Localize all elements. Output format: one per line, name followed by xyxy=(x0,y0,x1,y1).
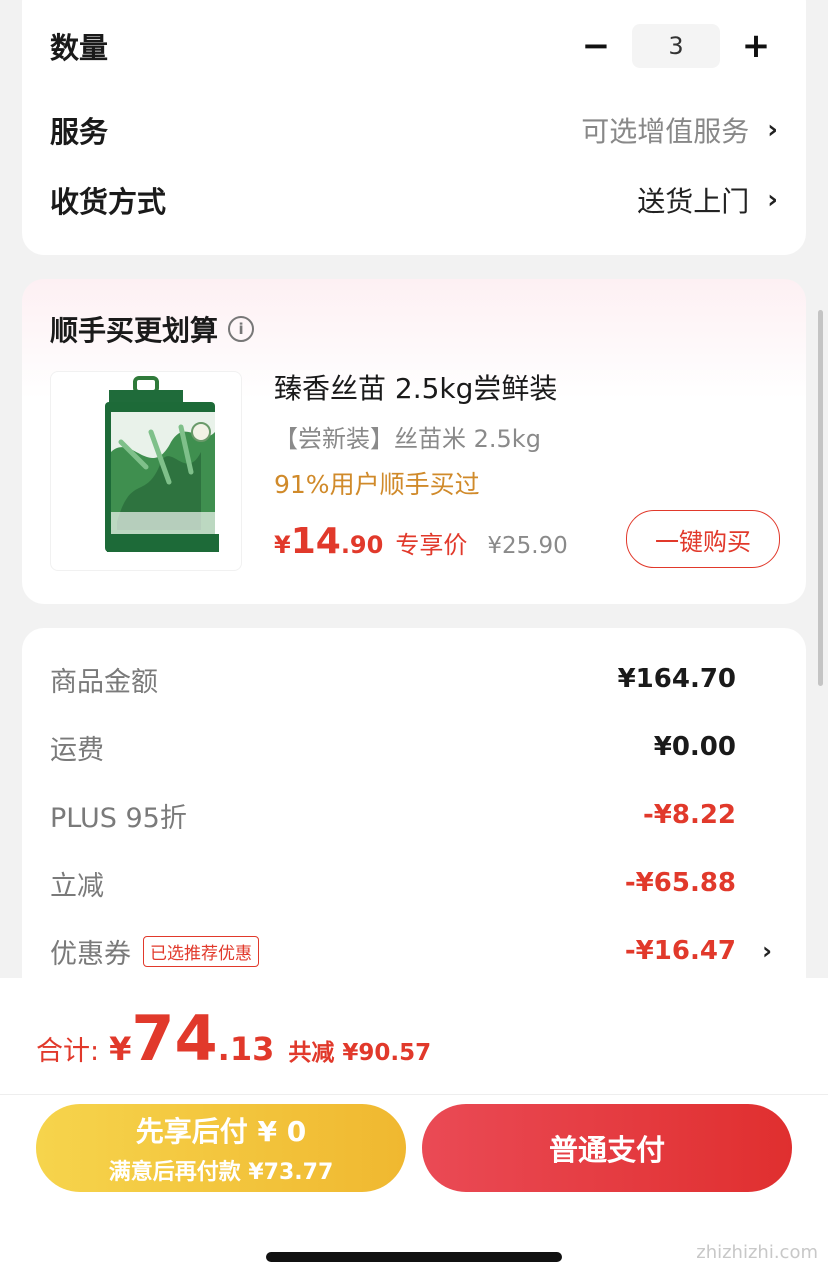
quantity-row: 数量 − 3 + xyxy=(50,16,778,76)
price-integer: 14 xyxy=(290,521,341,562)
coupon-label-text: 优惠券 xyxy=(50,938,131,970)
original-price: ¥25.90 xyxy=(487,533,568,559)
order-options-card: 数量 − 3 + 服务 可选增值服务 › 收货方式 送货上门 › xyxy=(22,0,806,255)
delivery-row[interactable]: 收货方式 送货上门 › xyxy=(50,170,778,230)
quantity-label: 数量 xyxy=(50,31,109,65)
watermark: zhizhizhi.com xyxy=(696,1242,818,1263)
price-tag: 专享价 xyxy=(395,531,468,559)
total-decimal: .13 xyxy=(217,1030,275,1068)
divider xyxy=(0,1094,828,1095)
summary-value: -¥8.22 xyxy=(642,800,736,830)
summary-label: 商品金额 xyxy=(50,666,158,698)
minus-button[interactable]: − xyxy=(574,26,618,66)
summary-value: ¥164.70 xyxy=(617,664,736,694)
total-saved: 共减 ¥90.57 xyxy=(288,1040,432,1066)
total-amount: 合计: ¥ 74 .13 共减 ¥90.57 xyxy=(36,1002,431,1075)
summary-label: PLUS 95折 xyxy=(50,802,187,834)
pay-later-button[interactable]: 先享后付 ¥ 0 满意后再付款 ¥73.77 xyxy=(36,1104,406,1192)
summary-value: ¥0.00 xyxy=(653,732,736,762)
addon-title-text: 顺手买更划算 xyxy=(50,314,219,347)
pay-later-main: 先享后付 ¥ 0 xyxy=(135,1115,307,1148)
product-name[interactable]: 臻香丝苗 2.5kg尝鲜装 xyxy=(274,367,557,407)
total-currency: ¥ xyxy=(109,1030,132,1068)
summary-label: 运费 xyxy=(50,734,104,766)
delivery-value: 送货上门 xyxy=(637,185,750,218)
quantity-stepper: − 3 + xyxy=(574,24,778,68)
total-integer: 74 xyxy=(131,1002,218,1075)
quantity-input[interactable]: 3 xyxy=(632,24,720,68)
coupon-badge: 已选推荐优惠 xyxy=(143,935,259,967)
coupon-value: -¥16.47 xyxy=(624,936,736,966)
normal-pay-button[interactable]: 普通支付 xyxy=(422,1104,792,1192)
chevron-right-icon: › xyxy=(762,937,772,965)
info-icon[interactable]: i xyxy=(228,316,255,342)
pay-later-sub: 满意后再付款 ¥73.77 xyxy=(108,1160,334,1185)
total-label: 合计: xyxy=(36,1036,100,1067)
price-currency: ¥ xyxy=(274,531,291,559)
rice-bag-image xyxy=(105,376,219,552)
summary-value: -¥65.88 xyxy=(624,868,736,898)
coupon-label: 优惠券 已选推荐优惠 xyxy=(50,932,259,971)
summary-label: 立减 xyxy=(50,870,104,902)
coupon-row[interactable]: 优惠券 已选推荐优惠 -¥16.47 › xyxy=(50,926,772,976)
one-click-buy-button[interactable]: 一键购买 xyxy=(626,510,780,568)
summary-row: PLUS 95折 -¥8.22 xyxy=(50,790,736,840)
summary-row: 商品金额 ¥164.70 xyxy=(50,654,736,704)
plus-button[interactable]: + xyxy=(734,26,778,66)
service-value: 可选增值服务 xyxy=(581,115,750,148)
chevron-right-icon: › xyxy=(767,115,778,145)
addon-title: 顺手买更划算 i xyxy=(50,309,255,349)
product-image[interactable] xyxy=(50,371,242,571)
chevron-right-icon: › xyxy=(767,185,778,215)
delivery-label: 收货方式 xyxy=(50,185,167,219)
service-label: 服务 xyxy=(50,115,109,149)
price-summary-card: 商品金额 ¥164.70 运费 ¥0.00 PLUS 95折 -¥8.22 立减… xyxy=(22,628,806,1028)
product-price: ¥ 14 .90 专享价 ¥25.90 xyxy=(274,521,568,562)
checkout-footer: 合计: ¥ 74 .13 共减 ¥90.57 先享后付 ¥ 0 满意后再付款 ¥… xyxy=(0,978,828,1282)
summary-row: 运费 ¥0.00 xyxy=(50,722,736,772)
scrollbar[interactable] xyxy=(818,310,823,686)
price-decimal: .90 xyxy=(340,531,384,559)
product-subtitle: 【尝新装】丝苗米 2.5kg xyxy=(274,425,541,453)
product-popularity: 91%用户顺手买过 xyxy=(274,470,480,499)
addon-card: 顺手买更划算 i 臻香丝苗 2.5kg尝鲜装 【尝新装】丝苗米 2.5kg 91… xyxy=(22,279,806,604)
home-indicator[interactable] xyxy=(266,1252,562,1262)
service-row[interactable]: 服务 可选增值服务 › xyxy=(50,100,778,160)
summary-row: 立减 -¥65.88 xyxy=(50,858,736,908)
